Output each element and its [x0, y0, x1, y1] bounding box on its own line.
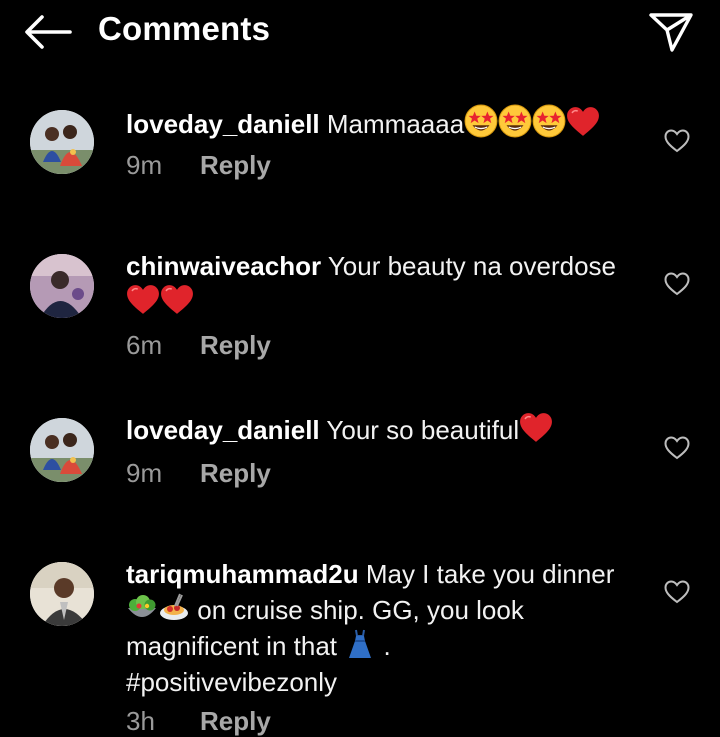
- comment-time: 9m: [126, 150, 163, 180]
- comment-time: 9m: [126, 458, 163, 488]
- reply-button[interactable]: Reply: [200, 706, 271, 736]
- comment-text: Your so beautiful: [326, 415, 520, 445]
- arrow-left-icon: [25, 15, 72, 49]
- share-button[interactable]: [648, 10, 694, 54]
- red-heart-emoji-icon: [519, 412, 553, 444]
- comment-username[interactable]: chinwaiveachor: [126, 251, 321, 281]
- comment-time: 6m: [126, 330, 163, 360]
- spaghetti-emoji-icon: [158, 592, 190, 624]
- dress-emoji-icon: [344, 628, 376, 660]
- comment-body: loveday_daniell Mammaaaa: [126, 104, 646, 142]
- comment-username[interactable]: loveday_daniell: [126, 415, 320, 445]
- comment-meta: 6m Reply: [126, 330, 271, 361]
- comment-body: loveday_daniell Your so beautiful: [126, 412, 646, 448]
- avatar[interactable]: [30, 562, 94, 626]
- avatar[interactable]: [30, 254, 94, 318]
- reply-button[interactable]: Reply: [200, 150, 271, 180]
- star-struck-emoji-icon: [464, 104, 498, 138]
- heart-outline-icon: [664, 129, 690, 153]
- comment-username[interactable]: tariqmuhammad2u: [126, 559, 359, 589]
- comment-text: Your beauty na overdose: [327, 251, 616, 281]
- red-heart-emoji-icon: [160, 284, 194, 316]
- green-salad-emoji-icon: [126, 592, 158, 624]
- heart-outline-icon: [664, 436, 690, 460]
- avatar[interactable]: [30, 110, 94, 174]
- comments-header: Comments: [0, 0, 720, 64]
- like-button[interactable]: [664, 272, 690, 296]
- hashtag-link[interactable]: #positivevibezonly: [126, 667, 337, 697]
- star-struck-emoji-icon: [532, 104, 566, 138]
- heart-outline-icon: [664, 272, 690, 296]
- comment-text: May I take you dinner: [365, 559, 615, 589]
- comment-time: 3h: [126, 706, 155, 736]
- page-title: Comments: [98, 10, 271, 47]
- comment-meta: 3h Reply: [126, 706, 271, 737]
- star-struck-emoji-icon: [498, 104, 532, 138]
- comment-text: Mammaaaa: [326, 109, 465, 139]
- red-heart-emoji-icon: [126, 284, 160, 316]
- comment-username[interactable]: loveday_daniell: [126, 109, 320, 139]
- like-button[interactable]: [664, 436, 690, 460]
- heart-outline-icon: [664, 580, 690, 604]
- comment-body: chinwaiveachor Your beauty na overdose: [126, 248, 646, 320]
- like-button[interactable]: [664, 129, 690, 153]
- red-heart-emoji-icon: [566, 106, 600, 138]
- comment-text: .: [383, 631, 391, 661]
- reply-button[interactable]: Reply: [200, 458, 271, 488]
- comment-meta: 9m Reply: [126, 150, 271, 181]
- comment-body: tariqmuhammad2u May I take you dinner on…: [126, 556, 646, 700]
- avatar[interactable]: [30, 418, 94, 482]
- reply-button[interactable]: Reply: [200, 330, 271, 360]
- paper-plane-icon: [649, 13, 693, 52]
- like-button[interactable]: [664, 580, 690, 604]
- back-button[interactable]: [22, 12, 74, 52]
- comment-meta: 9m Reply: [126, 458, 271, 489]
